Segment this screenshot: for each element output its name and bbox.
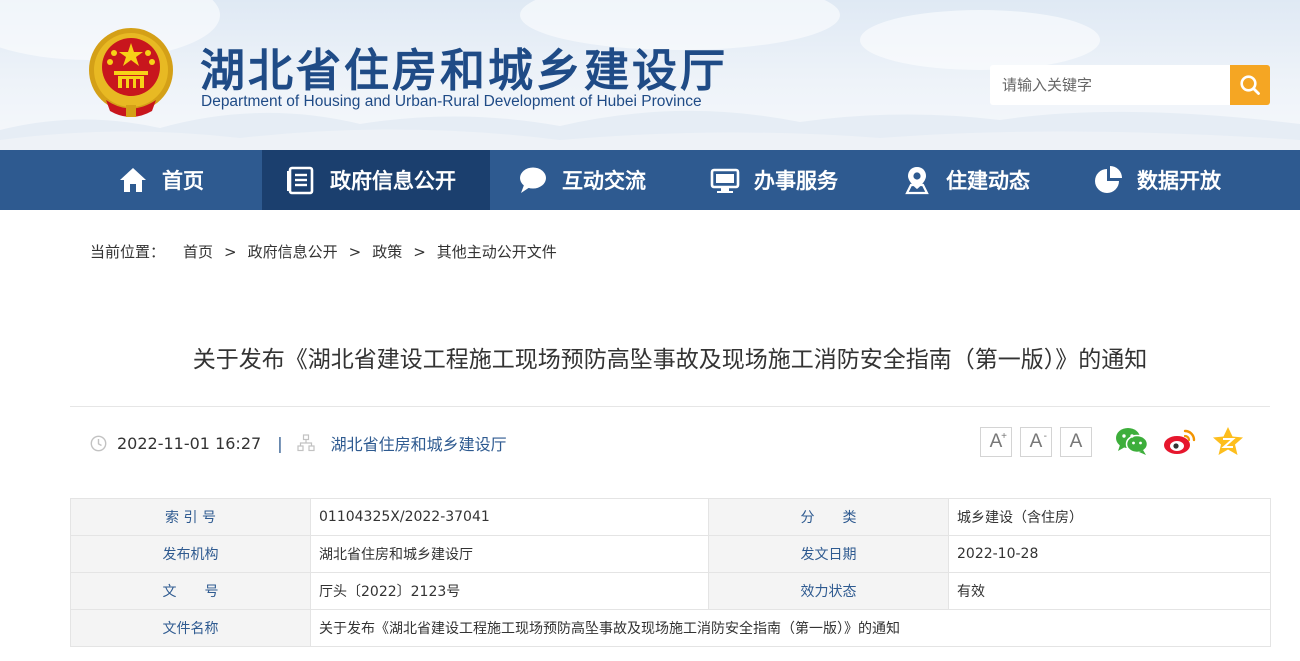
qzone-icon[interactable] xyxy=(1211,424,1245,458)
nav-item-open-data[interactable]: 数据开放 xyxy=(1093,150,1221,210)
font-size-controls: A + A- A xyxy=(980,427,1100,457)
validity-status-value: 有效 xyxy=(948,572,1271,610)
document-name-label: 文件名称 xyxy=(70,609,311,647)
nav-item-interaction[interactable]: 互动交流 xyxy=(518,150,646,210)
nav-label: 办事服务 xyxy=(754,169,838,193)
table-row: 文件名称 关于发布《湖北省建设工程施工现场预防高坠事故及现场施工消防安全指南（第… xyxy=(70,609,1271,647)
nav-item-home[interactable]: 首页 xyxy=(118,150,204,210)
table-row: 索 引 号 01104325X/2022-37041 分 类 城乡建设（含住房） xyxy=(70,498,1271,536)
monitor-icon xyxy=(710,165,740,195)
search-icon xyxy=(1240,75,1260,95)
table-row: 文 号 厅头〔2022〕2123号 效力状态 有效 xyxy=(70,572,1271,610)
share-buttons xyxy=(1115,424,1259,458)
weibo-icon[interactable] xyxy=(1163,424,1197,458)
breadcrumb-prefix: 当前位置： xyxy=(90,243,166,261)
meta-divider: | xyxy=(277,433,283,453)
font-mark: - xyxy=(1043,431,1047,442)
breadcrumb-separator: > xyxy=(224,242,237,261)
location-pin-icon xyxy=(902,165,932,195)
clock-icon xyxy=(90,435,107,451)
article-title: 关于发布《湖北省建设工程施工现场预防高坠事故及现场施工消防安全指南（第一版）》的… xyxy=(192,347,1148,373)
breadcrumb-separator: > xyxy=(348,242,362,261)
site-title: 湖北省住房和城乡建设厅 xyxy=(200,44,729,97)
document-list-icon xyxy=(286,165,316,195)
breadcrumb-other-docs[interactable]: 其他主动公开文件 xyxy=(437,241,557,262)
font-letter: A xyxy=(1029,431,1043,452)
national-emblem-icon xyxy=(89,28,173,117)
font-letter: A xyxy=(1069,431,1083,452)
font-reset-button[interactable]: A xyxy=(1060,427,1092,457)
nav-label: 互动交流 xyxy=(562,169,646,193)
font-decrease-button[interactable]: A- xyxy=(1020,427,1052,457)
nav-label: 数据开放 xyxy=(1137,169,1221,193)
wechat-icon[interactable] xyxy=(1115,424,1149,458)
organization-icon xyxy=(296,434,315,452)
breadcrumb-policy[interactable]: 政策 xyxy=(372,241,402,262)
site-header: 湖北省住房和城乡建设厅 Department of Housing and Ur… xyxy=(0,0,1300,150)
publish-datetime: 2022-11-01 16:27 xyxy=(117,433,262,453)
index-number-label: 索 引 号 xyxy=(70,498,311,536)
document-info-table: 索 引 号 01104325X/2022-37041 分 类 城乡建设（含住房）… xyxy=(70,498,1271,647)
nav-label: 首页 xyxy=(162,169,204,193)
document-number-value: 厅头〔2022〕2123号 xyxy=(310,572,709,610)
nav-item-news[interactable]: 住建动态 xyxy=(902,150,1030,210)
search-button[interactable] xyxy=(1230,65,1270,105)
nav-item-services[interactable]: 办事服务 xyxy=(710,150,838,210)
category-value: 城乡建设（含住房） xyxy=(948,498,1271,536)
issue-date-label: 发文日期 xyxy=(708,535,949,573)
index-number-value: 01104325X/2022-37041 xyxy=(310,498,709,536)
nav-label: 政府信息公开 xyxy=(330,169,456,193)
pie-chart-icon xyxy=(1093,165,1123,195)
table-row: 发布机构 湖北省住房和城乡建设厅 发文日期 2022-10-28 xyxy=(70,535,1271,573)
breadcrumb-government-info[interactable]: 政府信息公开 xyxy=(248,241,338,262)
search-input[interactable] xyxy=(990,65,1230,105)
chat-bubble-icon xyxy=(518,165,548,195)
font-mark: + xyxy=(1001,431,1007,442)
breadcrumb: 当前位置： 首页 > 政府信息公开 > 政策 > 其他主动公开文件 xyxy=(90,241,557,262)
main-nav: 首页 政府信息公开 互动交流 办事服务 住建动态 数据开放 xyxy=(0,150,1300,210)
publisher-value: 湖北省住房和城乡建设厅 xyxy=(310,535,709,573)
font-increase-button[interactable]: A + xyxy=(980,427,1012,457)
home-icon xyxy=(118,165,148,195)
breadcrumb-home[interactable]: 首页 xyxy=(183,241,213,262)
validity-status-label: 效力状态 xyxy=(708,572,949,610)
site-subtitle: Department of Housing and Urban-Rural De… xyxy=(201,93,702,110)
article-meta: 2022-11-01 16:27 | 湖北省住房和城乡建设厅 xyxy=(90,432,507,454)
document-name-value: 关于发布《湖北省建设工程施工现场预防高坠事故及现场施工消防安全指南（第一版）》的… xyxy=(310,609,1271,647)
issue-date-value: 2022-10-28 xyxy=(948,535,1271,573)
breadcrumb-separator: > xyxy=(413,242,426,261)
divider xyxy=(70,406,1270,407)
nav-item-government-info[interactable]: 政府信息公开 xyxy=(262,150,490,210)
publisher-label: 发布机构 xyxy=(70,535,311,573)
nav-label: 住建动态 xyxy=(946,169,1030,193)
document-number-label: 文 号 xyxy=(70,572,311,610)
publish-source: 湖北省住房和城乡建设厅 xyxy=(330,435,507,454)
header-cloud xyxy=(860,10,1100,70)
category-label: 分 类 xyxy=(708,498,949,536)
